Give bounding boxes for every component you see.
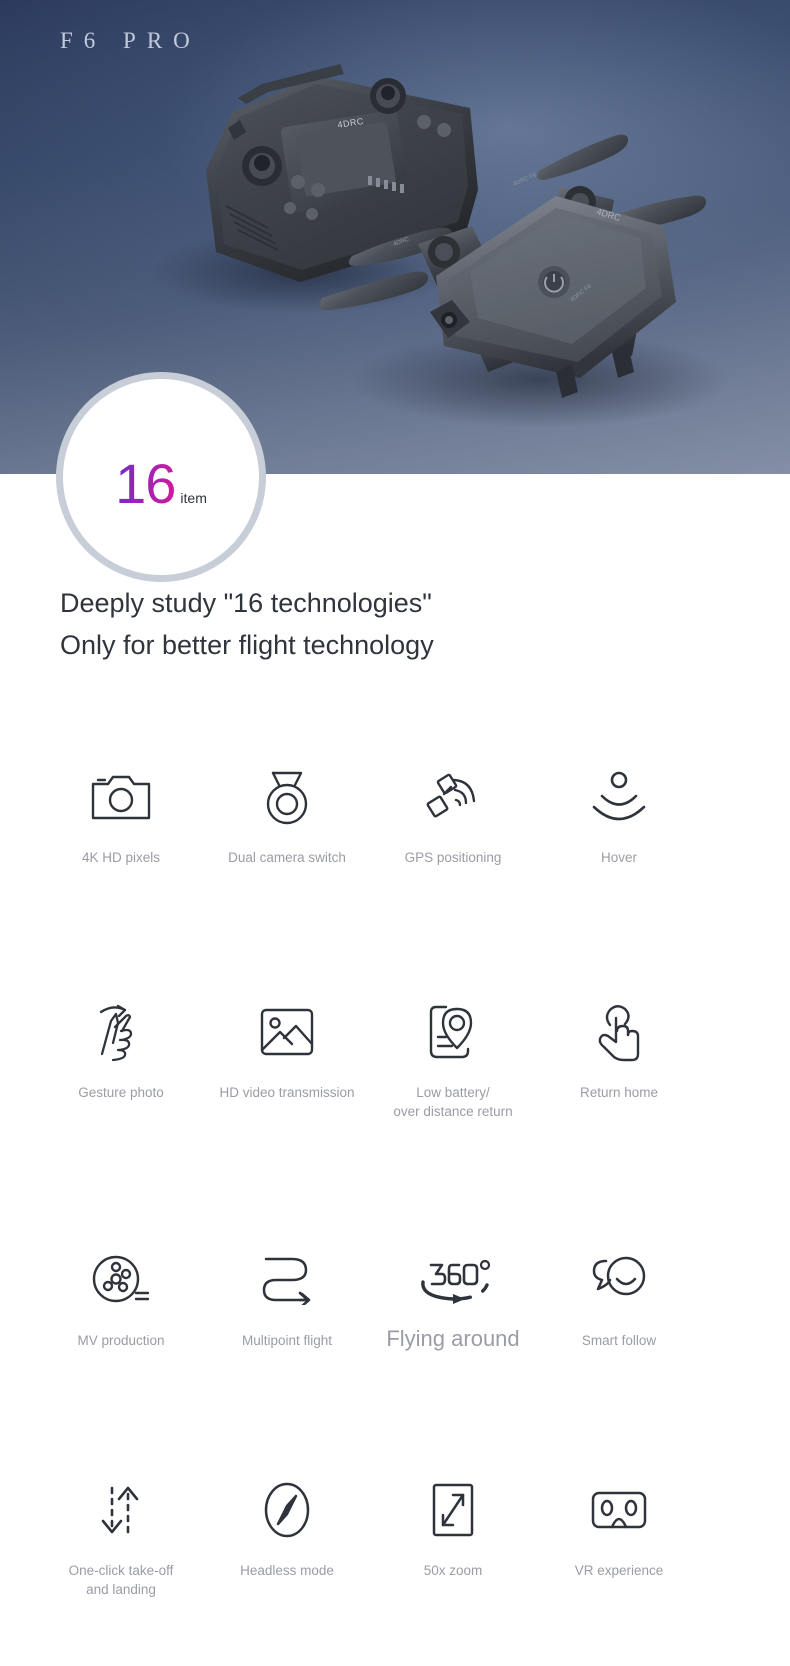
product-infographic-page: 4DRC 4DRC 4DRC F6 4DRC F6 4DRC F6 PRO 16… bbox=[0, 0, 790, 1666]
svg-text:4DRC F6: 4DRC F6 bbox=[512, 172, 538, 188]
feature-label: 50x zoom bbox=[423, 1563, 483, 1578]
feature-item-one-click-takeoff-landing: One-click take-off and landing bbox=[38, 1473, 204, 1599]
feature-label: Headless mode bbox=[240, 1563, 334, 1578]
feature-item-mv-production: MV production bbox=[38, 1243, 204, 1350]
feature-label: Multipoint flight bbox=[241, 1333, 333, 1348]
product-title: F6 PRO bbox=[60, 28, 201, 53]
feature-item-multipoint-flight: Multipoint flight bbox=[204, 1243, 370, 1350]
location-return-icon bbox=[426, 995, 480, 1069]
feature-label: 4K HD pixels bbox=[81, 850, 161, 865]
badge-unit: item bbox=[180, 490, 207, 506]
feature-label: Dual camera switch bbox=[228, 850, 346, 865]
feature-row-4: One-click take-off and landing Headless … bbox=[0, 1473, 790, 1599]
waypoint-route-icon bbox=[258, 1243, 316, 1317]
film-reel-icon bbox=[92, 1243, 150, 1317]
gesture-hand-icon bbox=[93, 995, 149, 1069]
feature-item-50x-zoom: 50x zoom bbox=[370, 1473, 536, 1580]
feature-label: One-click take-off and landing bbox=[68, 1563, 174, 1597]
feature-item-hd-video-transmission: HD video transmission bbox=[204, 995, 370, 1102]
row-spacer bbox=[0, 1121, 790, 1243]
zoom-expand-icon bbox=[429, 1473, 477, 1547]
hover-waves-icon bbox=[590, 760, 648, 834]
feature-item-4k-hd-pixels: 4K HD pixels bbox=[38, 760, 204, 867]
headline-block: Deeply study "16 technologies" Only for … bbox=[60, 582, 434, 666]
feature-item-vr-experience: VR experience bbox=[536, 1473, 702, 1580]
item-count-badge: 16 item bbox=[56, 372, 266, 582]
feature-item-return-home: Return home bbox=[536, 995, 702, 1102]
vr-goggles-icon bbox=[589, 1473, 649, 1547]
feature-item-smart-follow: Smart follow bbox=[536, 1243, 702, 1350]
feature-label: Hover bbox=[600, 850, 637, 865]
feature-label: Smart follow bbox=[581, 1333, 657, 1348]
feature-label: HD video transmission bbox=[219, 1085, 355, 1100]
smart-follow-icon bbox=[588, 1243, 650, 1317]
row-spacer bbox=[0, 867, 790, 995]
feature-label: GPS positioning bbox=[404, 850, 502, 865]
image-transmission-icon bbox=[258, 995, 316, 1069]
touch-finger-icon bbox=[592, 995, 646, 1069]
satellite-gps-icon bbox=[424, 760, 482, 834]
row-spacer bbox=[0, 1351, 790, 1473]
feature-item-hover: Hover bbox=[536, 760, 702, 867]
feature-item-dual-camera-switch: Dual camera switch bbox=[204, 760, 370, 867]
feature-item-gps-positioning: GPS positioning bbox=[370, 760, 536, 867]
compass-icon bbox=[261, 1473, 313, 1547]
feature-label: VR experience bbox=[574, 1563, 664, 1578]
feature-item-flying-around: Flying around bbox=[370, 1243, 536, 1351]
feature-label: MV production bbox=[77, 1333, 165, 1348]
headline-line-1: Deeply study "16 technologies" bbox=[60, 588, 432, 618]
feature-grid: 4K HD pixels Dual camera switch GPS posi… bbox=[0, 760, 790, 1599]
feature-item-gesture-photo: Gesture photo bbox=[38, 995, 204, 1102]
feature-label: Flying around bbox=[386, 1326, 520, 1351]
feature-label: Low battery/ over distance return bbox=[393, 1085, 513, 1119]
camera-icon bbox=[90, 760, 152, 834]
orbit-360-icon bbox=[411, 1243, 495, 1317]
badge-text-group: 16 item bbox=[56, 456, 266, 512]
headline-line-2: Only for better flight technology bbox=[60, 630, 434, 660]
feature-item-low-battery-return: Low battery/ over distance return bbox=[370, 995, 536, 1121]
feature-label: Return home bbox=[579, 1085, 659, 1100]
takeoff-landing-icon bbox=[94, 1473, 148, 1547]
feature-row-1: 4K HD pixels Dual camera switch GPS posi… bbox=[0, 760, 790, 867]
feature-row-3: MV production Multipoint flight Flying a… bbox=[0, 1243, 790, 1351]
feature-label: Gesture photo bbox=[78, 1085, 164, 1100]
dual-camera-icon bbox=[259, 760, 315, 834]
feature-row-2: Gesture photo HD video transmission Low … bbox=[0, 995, 790, 1121]
badge-number: 16 bbox=[115, 452, 176, 515]
feature-item-headless-mode: Headless mode bbox=[204, 1473, 370, 1580]
